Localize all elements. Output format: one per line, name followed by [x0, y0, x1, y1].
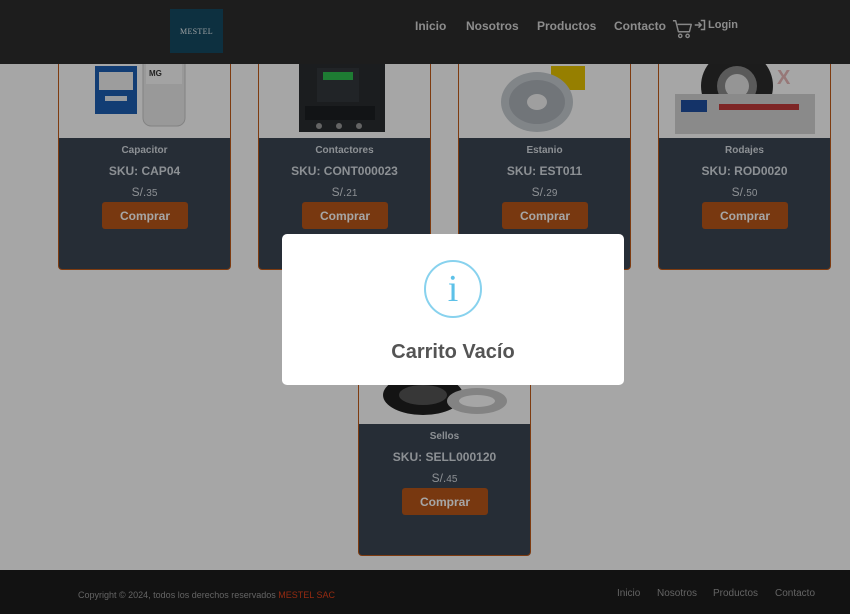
empty-cart-dialog: i Carrito Vacío: [282, 234, 624, 385]
info-icon: i: [424, 260, 482, 318]
dialog-title: Carrito Vacío: [391, 341, 515, 363]
